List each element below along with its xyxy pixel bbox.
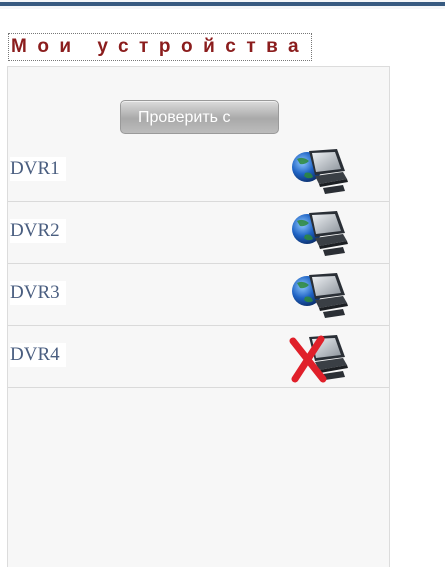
network-computer-icon[interactable] (285, 269, 353, 321)
devices-panel: Проверить с DVR1 DVR2 DVR3 DVR4 (7, 66, 390, 567)
check-devices-button[interactable]: Проверить с (120, 100, 279, 134)
network-computer-icon[interactable] (285, 207, 353, 259)
device-name-link[interactable]: DVR4 (10, 343, 66, 367)
device-name-link[interactable]: DVR2 (10, 219, 66, 243)
device-row[interactable]: DVR1 (8, 140, 389, 202)
device-row[interactable]: DVR3 (8, 264, 389, 326)
network-computer-offline-icon[interactable] (285, 331, 353, 383)
network-computer-icon[interactable] (285, 145, 353, 197)
top-rule (0, 0, 445, 9)
device-list: DVR1 DVR2 DVR3 DVR4 (8, 140, 389, 388)
page-title: Мои устройства (8, 33, 313, 61)
top-bar (0, 2, 445, 6)
device-name-link[interactable]: DVR1 (10, 157, 66, 181)
device-name-link[interactable]: DVR3 (10, 281, 66, 305)
device-row[interactable]: DVR2 (8, 202, 389, 264)
device-row[interactable]: DVR4 (8, 326, 389, 388)
